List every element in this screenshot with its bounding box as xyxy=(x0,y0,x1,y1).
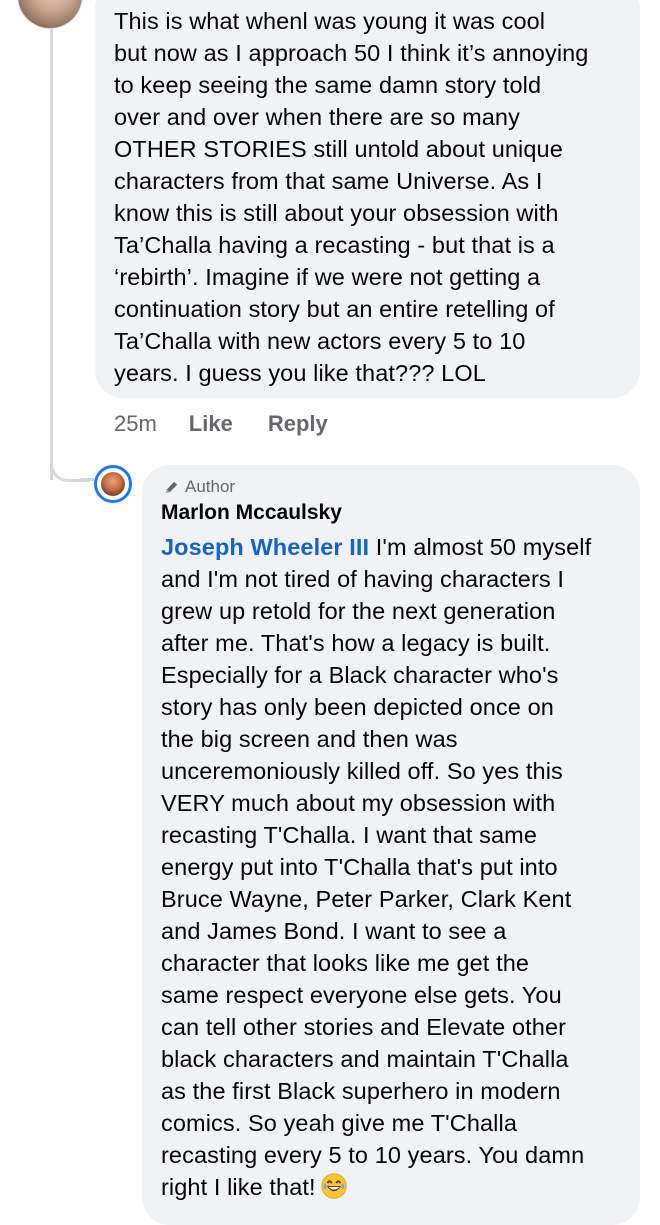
mention-link[interactable]: Joseph Wheeler III xyxy=(161,534,369,560)
author-badge-label: Author xyxy=(185,477,236,496)
commenter-avatar[interactable] xyxy=(18,0,82,28)
comment-bubble: This is what whenl was young it was cool… xyxy=(95,0,640,398)
reply-text: Joseph Wheeler III I'm almost 50 myself … xyxy=(161,534,592,1200)
thread-connector xyxy=(50,440,90,482)
thread-line xyxy=(50,20,53,480)
comment-timestamp[interactable]: 25m xyxy=(114,411,157,437)
reply-button[interactable]: Reply xyxy=(268,411,328,437)
reply-author-name[interactable]: Marlon Mccaulsky xyxy=(161,501,342,525)
comment-actions: 25m Like Reply xyxy=(114,408,328,440)
author-avatar[interactable] xyxy=(94,465,132,503)
comment-text: This is what whenl was young it was cool… xyxy=(114,8,589,386)
author-avatar-image xyxy=(101,472,125,496)
thread-connector-end xyxy=(80,478,94,481)
pencil-icon xyxy=(165,481,178,493)
author-badge: Author xyxy=(164,477,235,497)
like-button[interactable]: Like xyxy=(189,411,233,437)
laughing-crying-emoji-icon xyxy=(320,1173,347,1199)
reply-bubble: Author Marlon Mccaulsky Joseph Wheeler I… xyxy=(142,465,640,1225)
